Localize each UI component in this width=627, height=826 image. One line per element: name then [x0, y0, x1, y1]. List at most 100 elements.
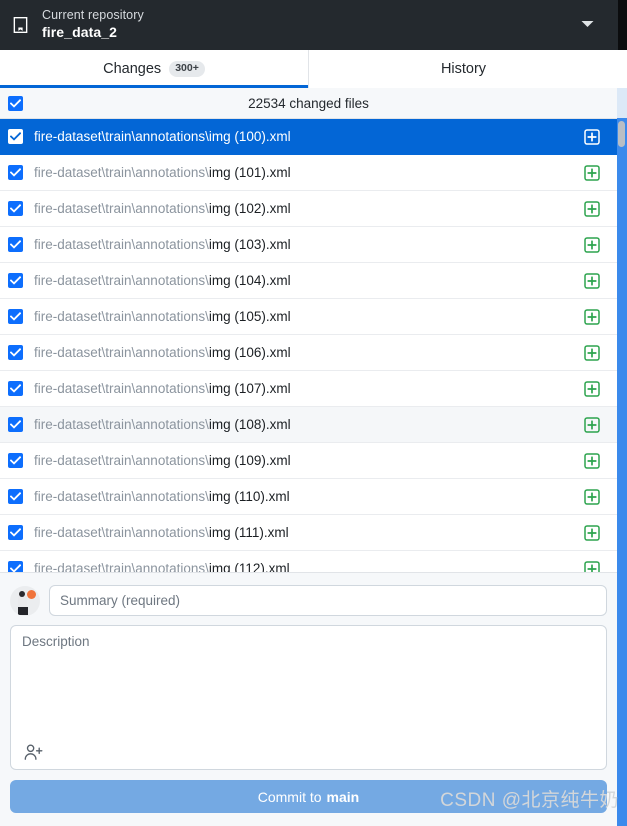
changed-files-list[interactable]: fire-dataset\train\annotations\img (100)…: [0, 119, 617, 572]
file-directory: fire-dataset\train\annotations\: [34, 273, 209, 288]
file-path-label: fire-dataset\train\annotations\img (108)…: [34, 417, 584, 432]
commit-to-branch-button[interactable]: Commit to main: [10, 780, 607, 813]
file-checkbox[interactable]: [8, 453, 23, 468]
file-row[interactable]: fire-dataset\train\annotations\img (104)…: [0, 263, 617, 299]
repo-text-block: Current repository fire_data_2: [42, 8, 581, 41]
file-checkbox[interactable]: [8, 525, 23, 540]
file-checkbox[interactable]: [8, 417, 23, 432]
select-all-checkbox[interactable]: [8, 95, 23, 111]
changes-count-badge: 300+: [169, 61, 205, 77]
file-status-added-icon: [584, 560, 600, 572]
file-basename: img (107).xml: [208, 381, 291, 396]
file-status-added-icon: [584, 524, 600, 541]
commit-description-placeholder: Description: [22, 634, 90, 649]
file-status-added-icon: [584, 452, 600, 469]
file-row[interactable]: fire-dataset\train\annotations\img (103)…: [0, 227, 617, 263]
tab-history[interactable]: History: [309, 50, 618, 88]
file-row[interactable]: fire-dataset\train\annotations\img (106)…: [0, 335, 617, 371]
file-row[interactable]: fire-dataset\train\annotations\img (102)…: [0, 191, 617, 227]
file-basename: img (112).xml: [208, 561, 290, 572]
file-status-added-icon: [584, 164, 600, 181]
file-directory: fire-dataset\train\annotations\: [34, 561, 209, 572]
file-basename: img (104).xml: [208, 273, 291, 288]
repo-icon: [10, 12, 30, 38]
changed-files-count: 22534 changed files: [248, 95, 369, 111]
file-status-added-icon: [584, 200, 600, 217]
commit-summary-row: [10, 585, 607, 616]
window-right-edge-light: [617, 88, 627, 118]
file-basename: img (100).xml: [208, 129, 291, 144]
file-basename: img (110).xml: [208, 489, 290, 504]
file-directory: fire-dataset\train\annotations\: [34, 237, 209, 252]
current-repository-name: fire_data_2: [42, 24, 118, 41]
file-checkbox[interactable]: [8, 201, 23, 216]
file-checkbox[interactable]: [8, 129, 23, 144]
file-status-added-icon: [584, 380, 600, 397]
file-directory: fire-dataset\train\annotations\: [34, 345, 209, 360]
commit-summary-input[interactable]: [49, 585, 607, 616]
file-checkbox[interactable]: [8, 273, 23, 288]
file-checkbox[interactable]: [8, 237, 23, 252]
current-repository-button[interactable]: Current repository fire_data_2: [0, 0, 618, 50]
file-row[interactable]: fire-dataset\train\annotations\img (108)…: [0, 407, 617, 443]
file-list-scrollbar-thumb[interactable]: [618, 121, 625, 147]
tab-changes[interactable]: Changes 300+: [0, 50, 309, 88]
changed-files-header: 22534 changed files: [0, 88, 617, 119]
file-basename: img (106).xml: [208, 345, 291, 360]
github-desktop-window: Current repository fire_data_2 Changes 3…: [0, 0, 627, 826]
file-row[interactable]: fire-dataset\train\annotations\img (111)…: [0, 515, 617, 551]
file-basename: img (103).xml: [208, 237, 291, 252]
tab-bar: Changes 300+ History: [0, 50, 618, 88]
file-directory: fire-dataset\train\annotations\: [34, 129, 209, 144]
file-row[interactable]: fire-dataset\train\annotations\img (110)…: [0, 479, 617, 515]
commit-button-prefix: Commit to: [257, 788, 322, 805]
file-row[interactable]: fire-dataset\train\annotations\img (105)…: [0, 299, 617, 335]
file-basename: img (102).xml: [208, 201, 291, 216]
file-row[interactable]: fire-dataset\train\annotations\img (100)…: [0, 119, 617, 155]
file-status-added-icon: [584, 488, 600, 505]
commit-button-branch: main: [326, 788, 360, 805]
commit-description-box[interactable]: Description: [10, 625, 607, 770]
file-path-label: fire-dataset\train\annotations\img (106)…: [34, 345, 584, 360]
file-status-added-icon: [584, 416, 600, 433]
file-checkbox[interactable]: [8, 381, 23, 396]
current-repository-label: Current repository: [42, 8, 144, 23]
file-checkbox[interactable]: [8, 489, 23, 504]
file-row[interactable]: fire-dataset\train\annotations\img (101)…: [0, 155, 617, 191]
file-basename: img (105).xml: [208, 309, 291, 324]
file-status-added-icon: [584, 344, 600, 361]
file-checkbox[interactable]: [8, 561, 23, 572]
toolbar: Current repository fire_data_2: [0, 0, 618, 50]
add-person-icon[interactable]: [20, 741, 46, 763]
file-directory: fire-dataset\train\annotations\: [34, 489, 209, 504]
file-row[interactable]: fire-dataset\train\annotations\img (112)…: [0, 551, 617, 572]
file-basename: img (108).xml: [208, 417, 291, 432]
file-directory: fire-dataset\train\annotations\: [34, 309, 209, 324]
file-basename: img (111).xml: [208, 525, 289, 540]
file-checkbox[interactable]: [8, 165, 23, 180]
tab-history-label: History: [440, 61, 487, 77]
tab-changes-label: Changes: [103, 61, 162, 77]
file-path-label: fire-dataset\train\annotations\img (100)…: [34, 129, 584, 144]
file-basename: img (109).xml: [208, 453, 291, 468]
file-status-added-icon: [584, 128, 600, 145]
file-path-label: fire-dataset\train\annotations\img (112)…: [34, 561, 584, 572]
window-right-edge-dark: [617, 0, 627, 50]
commit-pane: Description Commit to main: [0, 572, 617, 826]
file-row[interactable]: fire-dataset\train\annotations\img (107)…: [0, 371, 617, 407]
file-status-added-icon: [584, 308, 600, 325]
file-path-label: fire-dataset\train\annotations\img (102)…: [34, 201, 584, 216]
chevron-down-icon[interactable]: [581, 20, 594, 30]
file-checkbox[interactable]: [8, 345, 23, 360]
window-right-edge-accent: [617, 118, 627, 826]
file-path-label: fire-dataset\train\annotations\img (110)…: [34, 489, 584, 504]
file-directory: fire-dataset\train\annotations\: [34, 453, 209, 468]
file-directory: fire-dataset\train\annotations\: [34, 201, 209, 216]
file-row[interactable]: fire-dataset\train\annotations\img (109)…: [0, 443, 617, 479]
file-checkbox[interactable]: [8, 309, 23, 324]
file-directory: fire-dataset\train\annotations\: [34, 525, 209, 540]
file-path-label: fire-dataset\train\annotations\img (111)…: [34, 525, 584, 540]
file-basename: img (101).xml: [208, 165, 291, 180]
file-path-label: fire-dataset\train\annotations\img (107)…: [34, 381, 584, 396]
user-avatar: [10, 585, 40, 616]
